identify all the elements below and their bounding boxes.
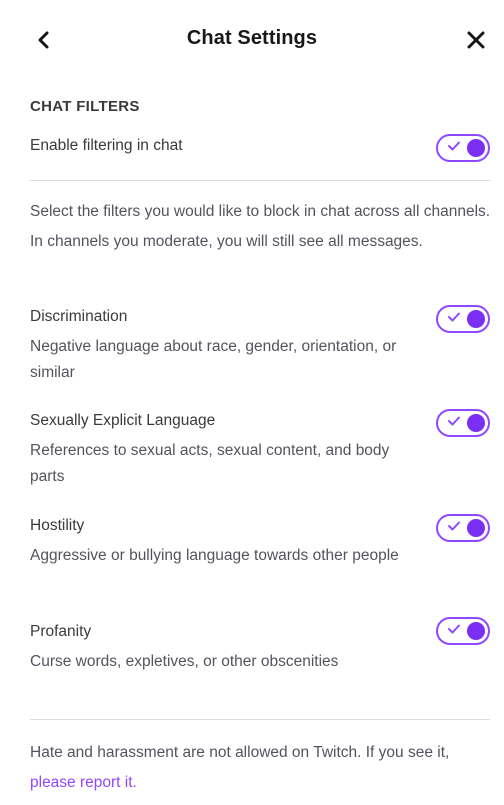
section-title-chat-filters: CHAT FILTERS xyxy=(30,98,140,115)
check-icon xyxy=(448,521,460,531)
report-link[interactable]: please report it. xyxy=(30,774,137,791)
filter-label: Discrimination xyxy=(30,308,128,325)
filter-label: Hostility xyxy=(30,517,85,534)
enable-filtering-toggle[interactable] xyxy=(436,134,490,162)
filter-description: Aggressive or bullying language towards … xyxy=(30,547,399,564)
close-button[interactable] xyxy=(458,22,494,58)
filter-description: Curse words, expletives, or other obscen… xyxy=(30,653,339,670)
footer-notice: Hate and harassment are not allowed on T… xyxy=(30,738,480,798)
toggle-knob xyxy=(467,309,485,328)
toggle-knob xyxy=(467,138,485,157)
filter-row-hostility: Hostility Aggressive or bullying languag… xyxy=(30,515,490,569)
toggle-hostility[interactable] xyxy=(436,514,490,542)
filter-label: Sexually Explicit Language xyxy=(30,412,216,429)
page-title: Chat Settings xyxy=(186,27,318,49)
toggle-discrimination[interactable] xyxy=(436,305,490,333)
filter-description: Negative language about race, gender, or… xyxy=(30,338,397,381)
divider xyxy=(30,719,490,720)
filter-row-profanity: Profanity Curse words, expletives, or ot… xyxy=(30,621,490,675)
check-icon xyxy=(448,624,460,634)
check-icon xyxy=(448,141,460,151)
divider xyxy=(30,180,490,181)
toggle-knob xyxy=(467,621,485,640)
filters-intro-text: Select the filters you would like to blo… xyxy=(30,203,491,250)
enable-filtering-label: Enable filtering in chat xyxy=(30,137,183,154)
filter-row-sexually-explicit: Sexually Explicit Language References to… xyxy=(30,410,490,490)
filter-description: References to sexual acts, sexual conten… xyxy=(30,442,390,485)
check-icon xyxy=(448,312,460,322)
filter-label: Profanity xyxy=(30,623,92,640)
close-icon xyxy=(467,31,485,49)
header: Chat Settings xyxy=(0,0,504,80)
check-icon xyxy=(448,416,460,426)
toggle-knob xyxy=(467,518,485,537)
toggle-knob xyxy=(467,413,485,432)
filter-row-discrimination: Discrimination Negative language about r… xyxy=(30,306,490,386)
toggle-profanity[interactable] xyxy=(436,617,490,645)
footer-text: Hate and harassment are not allowed on T… xyxy=(30,744,450,761)
enable-filtering-row: Enable filtering in chat xyxy=(30,135,490,157)
toggle-sexually-explicit[interactable] xyxy=(436,409,490,437)
